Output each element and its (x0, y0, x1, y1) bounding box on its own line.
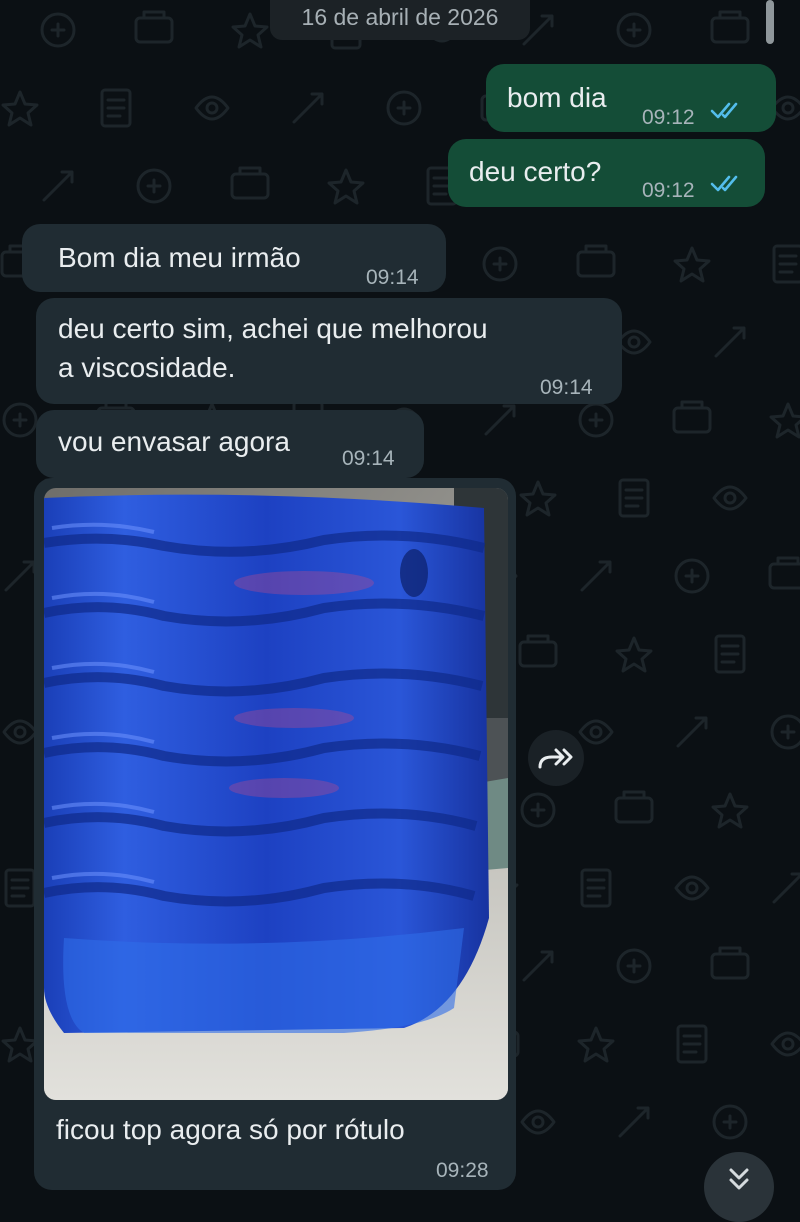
scrollbar-thumb[interactable] (766, 0, 774, 44)
message-time: 09:28 (436, 1159, 489, 1182)
message-bubble-outgoing[interactable]: deu certo? 09:12 (448, 139, 765, 207)
scroll-to-bottom-button[interactable] (704, 1152, 774, 1222)
message-time: 09:12 (642, 179, 695, 202)
message-photo[interactable] (44, 488, 508, 1100)
message-time: 09:12 (642, 106, 695, 129)
forward-icon (538, 748, 573, 769)
message-time: 09:14 (342, 447, 395, 470)
message-time: 09:14 (366, 266, 419, 289)
message-bubble-incoming[interactable]: Bom dia meu irmão 09:14 (22, 224, 446, 292)
date-separator: 16 de abril de 2026 (270, 0, 530, 40)
bottle-photo (44, 488, 508, 1100)
message-text-line-1: deu certo sim, achei que melhorou (58, 313, 488, 344)
message-time: 09:14 (540, 376, 593, 399)
forward-button[interactable] (528, 730, 584, 786)
message-text-line-2: a viscosidade. (58, 352, 236, 383)
double-check-icon (710, 175, 738, 192)
message-bubble-image[interactable]: ficou top agora só por rótulo 09:28 (34, 478, 516, 1190)
message-text: bom dia (507, 82, 607, 113)
image-caption: ficou top agora só por rótulo (56, 1114, 405, 1145)
message-bubble-incoming[interactable]: vou envasar agora 09:14 (36, 410, 424, 478)
double-check-icon (710, 102, 738, 119)
message-text: vou envasar agora (58, 426, 290, 457)
double-chevron-down-icon (729, 1168, 749, 1190)
message-bubble-outgoing[interactable]: bom dia 09:12 (486, 64, 776, 132)
message-bubble-incoming[interactable]: deu certo sim, achei que melhorou a visc… (36, 298, 622, 404)
message-text: Bom dia meu irmão (58, 242, 301, 273)
message-text: deu certo? (469, 156, 602, 187)
